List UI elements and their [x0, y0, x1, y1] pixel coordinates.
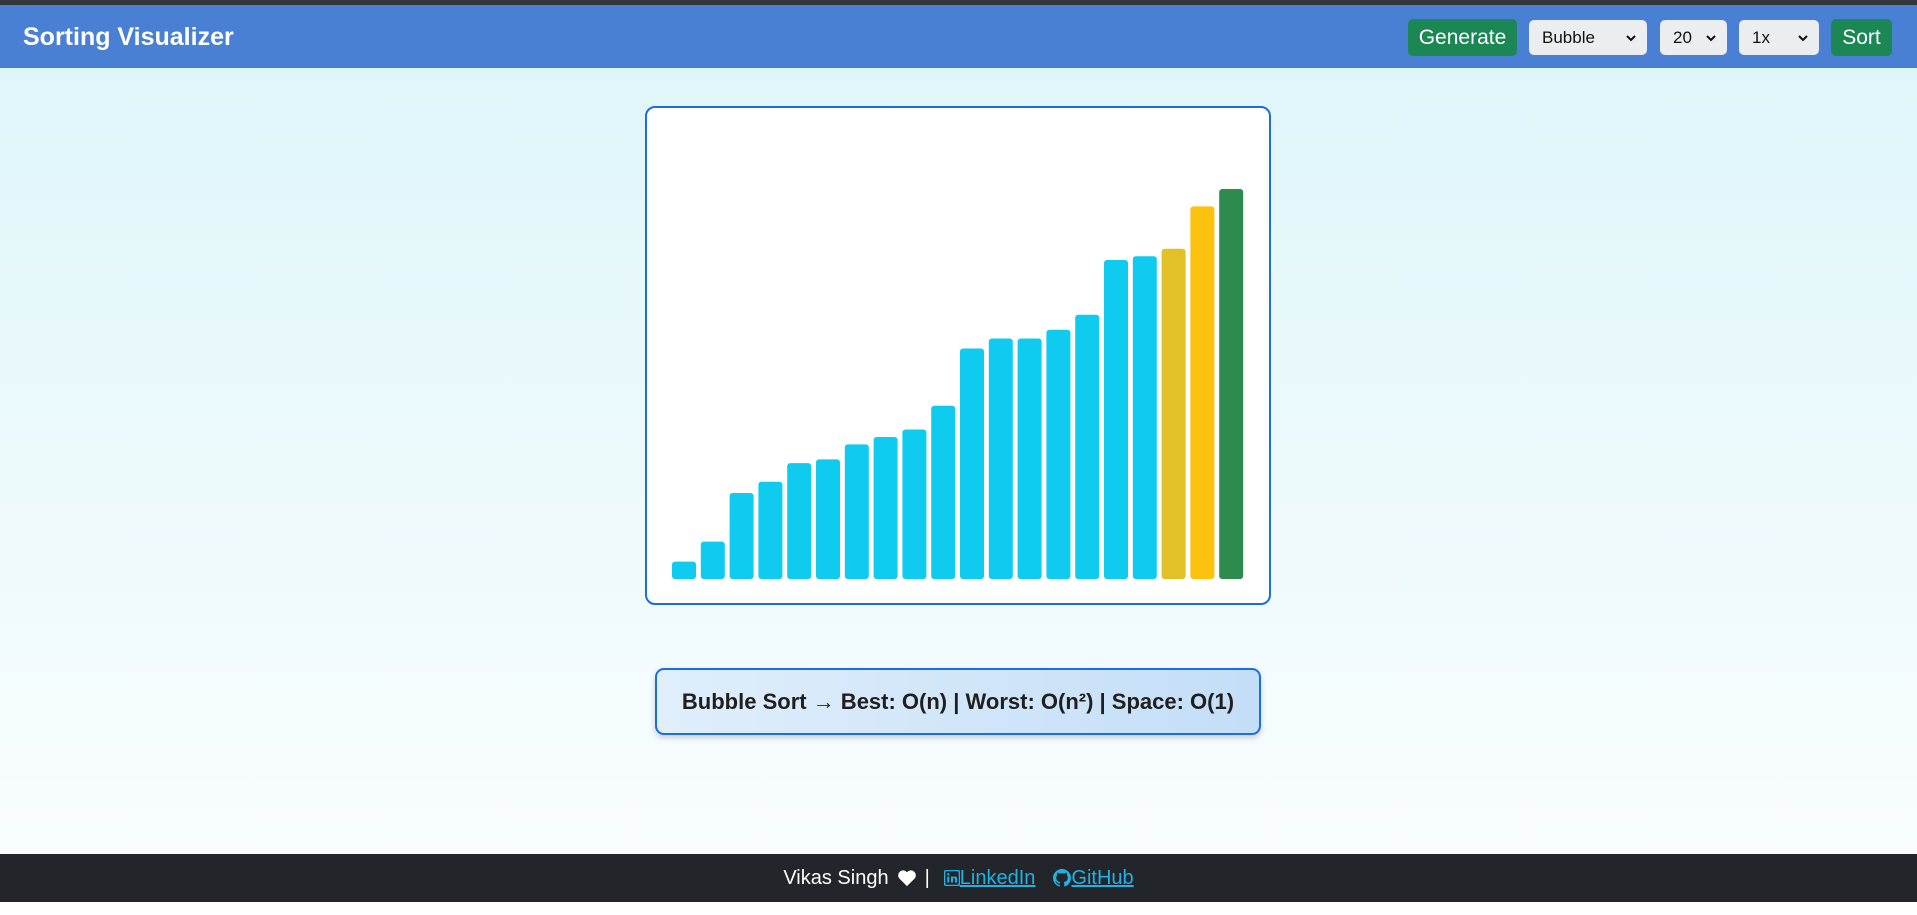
github-icon	[1053, 869, 1072, 887]
github-label: GitHub	[1071, 866, 1134, 889]
array-bar	[873, 437, 898, 579]
footer: Vikas Singh | LinkedIn GitHub	[0, 854, 1917, 902]
app-title: Sorting Visualizer	[23, 23, 234, 51]
array-bar	[816, 459, 840, 579]
array-bar	[729, 493, 754, 579]
array-bar	[988, 338, 1013, 579]
array-bar	[1190, 206, 1215, 579]
array-size-select-value: 20	[1673, 27, 1692, 47]
bottom-strip	[0, 902, 1917, 915]
algorithm-select-value: Bubble	[1542, 27, 1595, 47]
array-bar	[1075, 314, 1100, 579]
chevron-down-icon	[1626, 35, 1636, 42]
array-bar	[787, 463, 812, 579]
array-bar	[700, 541, 725, 579]
complexity-info: Bubble Sort → Best: O(n) | Worst: O(n²) …	[655, 668, 1261, 735]
sort-button[interactable]: Sort	[1831, 19, 1892, 56]
github-link[interactable]: GitHub	[1053, 866, 1134, 890]
array-size-select[interactable]: 20	[1660, 20, 1727, 55]
array-bar	[672, 561, 696, 579]
linkedin-icon	[943, 870, 960, 886]
array-bar	[1017, 338, 1042, 579]
algorithm-select[interactable]: Bubble	[1529, 20, 1647, 55]
speed-select[interactable]: 1x	[1739, 20, 1819, 55]
navbar: Sorting Visualizer Generate Bubble 20 1x…	[0, 5, 1917, 68]
linkedin-label: LinkedIn	[959, 866, 1036, 889]
bars-chart	[672, 189, 1244, 580]
array-bar	[844, 444, 869, 579]
array-bar	[1046, 329, 1071, 579]
linkedin-link[interactable]: LinkedIn	[943, 866, 1036, 890]
bars-container	[645, 106, 1271, 605]
complexity-text: Bubble Sort → Best: O(n) | Worst: O(n²) …	[681, 688, 1235, 714]
speed-select-value: 1x	[1752, 27, 1770, 47]
array-bar	[1219, 189, 1244, 579]
author-name: Vikas Singh	[783, 866, 889, 889]
array-bar	[931, 405, 956, 579]
footer-separator: |	[924, 866, 930, 889]
heart-icon	[897, 870, 916, 887]
chevron-down-icon	[1706, 35, 1716, 42]
generate-button[interactable]: Generate	[1408, 19, 1517, 56]
array-bar	[758, 481, 783, 579]
chevron-down-icon	[1798, 35, 1808, 42]
array-bar	[1104, 260, 1128, 579]
array-bar	[960, 348, 984, 579]
array-bar	[1132, 256, 1157, 579]
array-bar	[902, 429, 927, 579]
array-bar	[1161, 248, 1186, 580]
